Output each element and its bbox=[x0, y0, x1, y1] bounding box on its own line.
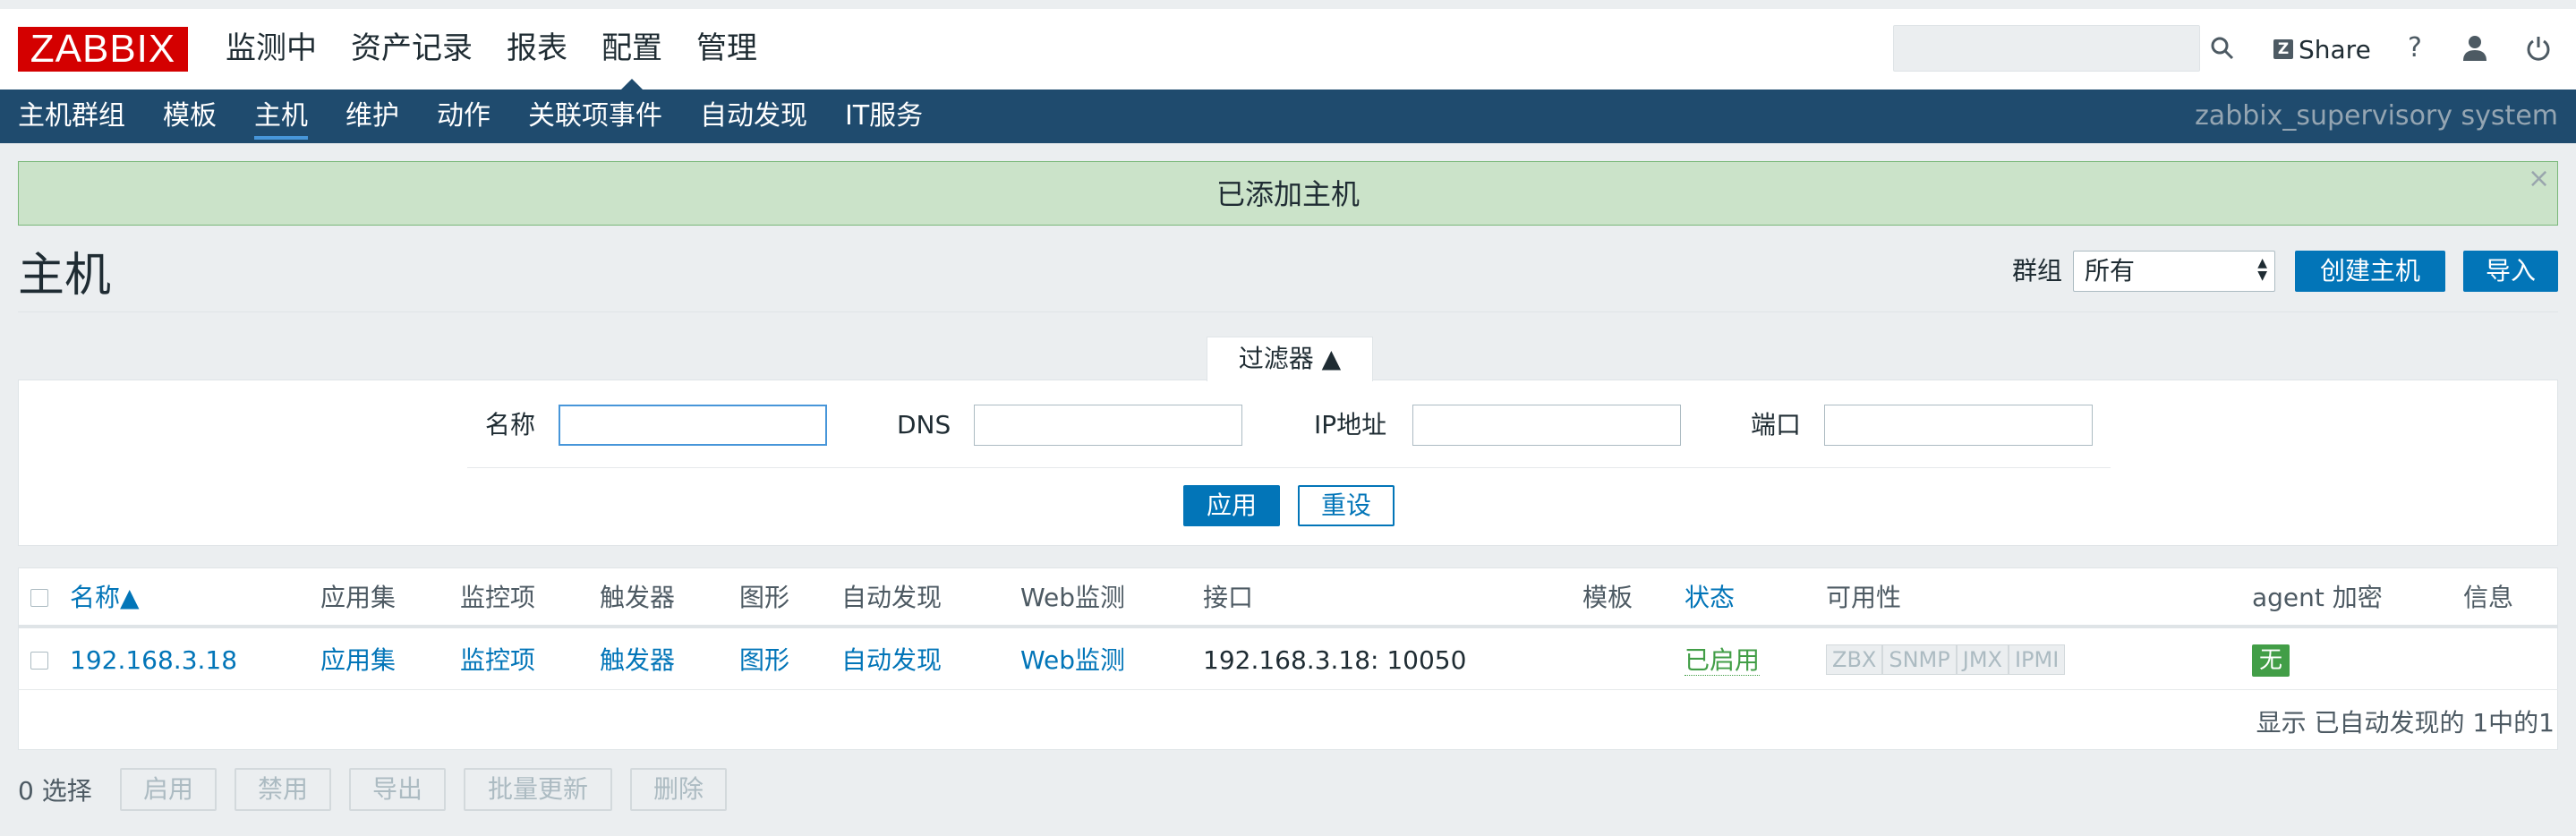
user-profile-icon[interactable] bbox=[2461, 34, 2488, 63]
sign-out-power-icon[interactable] bbox=[2524, 34, 2553, 63]
col-name[interactable]: 名称▲ bbox=[70, 578, 140, 618]
interface-value: 192.168.3.18: 10050 bbox=[1203, 645, 1467, 675]
badge-snmp: SNMP bbox=[1882, 644, 1957, 675]
table-row-border bbox=[18, 689, 2558, 690]
group-select-value: 所有 bbox=[2085, 256, 2136, 286]
host-name-link[interactable]: 192.168.3.18 bbox=[70, 641, 237, 680]
status-link[interactable]: 已启用 bbox=[1685, 641, 1761, 680]
menu-inventory[interactable]: 资产记录 bbox=[351, 23, 473, 73]
col-applications: 应用集 bbox=[320, 583, 397, 612]
discovery-link[interactable]: 自动发现 bbox=[841, 641, 942, 680]
col-encryption: agent 加密 bbox=[2252, 583, 2383, 612]
subnav-templates[interactable]: 模板 bbox=[163, 90, 217, 143]
filter-divider bbox=[467, 467, 2111, 468]
items-link[interactable]: 监控项 bbox=[460, 641, 535, 680]
badge-jmx: JMX bbox=[1956, 644, 2009, 675]
filter-name-input[interactable] bbox=[559, 405, 827, 446]
mass-update-button[interactable]: 批量更新 bbox=[464, 768, 612, 811]
graphs-link[interactable]: 图形 bbox=[739, 641, 789, 680]
col-status[interactable]: 状态 bbox=[1685, 578, 1735, 618]
availability-badges: ZBX SNMP JMX IPMI bbox=[1826, 644, 2066, 675]
share-button[interactable]: Z Share bbox=[2273, 34, 2371, 64]
subnav-actions[interactable]: 动作 bbox=[437, 90, 490, 143]
page-title: 主机 bbox=[18, 249, 112, 303]
selected-count: 0 选择 bbox=[18, 776, 92, 806]
import-button[interactable]: 导入 bbox=[2463, 251, 2558, 292]
subnav-discovery[interactable]: 自动发现 bbox=[700, 90, 807, 143]
apply-button[interactable]: 应用 bbox=[1183, 485, 1280, 526]
col-web: Web监测 bbox=[1020, 583, 1126, 612]
encryption-badge: 无 bbox=[2252, 644, 2290, 677]
badge-ipmi: IPMI bbox=[2008, 644, 2066, 675]
col-items: 监控项 bbox=[460, 583, 536, 612]
menu-administration[interactable]: 管理 bbox=[696, 23, 757, 73]
system-name: zabbix_supervisory system bbox=[2195, 100, 2558, 132]
col-graphs: 图形 bbox=[739, 583, 790, 612]
row-checkbox[interactable] bbox=[30, 652, 48, 670]
subnav-maintenance[interactable]: 维护 bbox=[345, 90, 399, 143]
subnav-hosts[interactable]: 主机 bbox=[254, 90, 308, 143]
zabbix-share-icon: Z bbox=[2273, 39, 2293, 59]
divider bbox=[18, 311, 2558, 312]
filter-ip-input[interactable] bbox=[1412, 405, 1681, 446]
sub-menu: 主机群组 模板 主机 维护 动作 关联项事件 自动发现 IT服务 bbox=[18, 90, 960, 143]
main-menu: 监测中 资产记录 报表 配置 管理 bbox=[226, 23, 791, 90]
close-icon[interactable]: × bbox=[2528, 163, 2550, 194]
filter-panel bbox=[18, 380, 2558, 546]
group-select[interactable]: 所有 ▲ ▼ bbox=[2073, 251, 2275, 292]
disable-button[interactable]: 禁用 bbox=[235, 768, 331, 811]
col-triggers: 触发器 bbox=[600, 583, 676, 612]
table-footer: 显示 已自动发现的 1中的1 bbox=[2256, 708, 2555, 738]
menu-reports[interactable]: 报表 bbox=[507, 23, 567, 73]
col-discovery: 自动发现 bbox=[841, 583, 943, 612]
filter-tab[interactable]: 过滤器 ▲ bbox=[1207, 337, 1373, 381]
delete-button[interactable]: 删除 bbox=[630, 768, 727, 811]
status-text: 已启用 bbox=[1685, 645, 1761, 676]
table-header-border bbox=[18, 625, 2558, 628]
col-interface: 接口 bbox=[1203, 583, 1254, 612]
enable-button[interactable]: 启用 bbox=[120, 768, 217, 811]
share-label: Share bbox=[2299, 34, 2371, 64]
col-availability: 可用性 bbox=[1826, 583, 1902, 612]
filter-dns-input[interactable] bbox=[974, 405, 1242, 446]
applications-link[interactable]: 应用集 bbox=[320, 641, 396, 680]
filter-port-label: 端口 bbox=[1751, 410, 1802, 439]
group-label: 群组 bbox=[2012, 256, 2063, 286]
triggers-link[interactable]: 触发器 bbox=[600, 641, 675, 680]
web-link[interactable]: Web监测 bbox=[1020, 641, 1125, 680]
subnav-host-groups[interactable]: 主机群组 bbox=[18, 90, 125, 143]
zabbix-logo[interactable]: ZABBIX bbox=[18, 27, 188, 72]
help-icon[interactable]: ? bbox=[2408, 32, 2422, 64]
menu-monitoring[interactable]: 监测中 bbox=[226, 23, 317, 73]
col-info: 信息 bbox=[2463, 583, 2514, 612]
subnav-it-services[interactable]: IT服务 bbox=[845, 90, 923, 143]
search-icon[interactable] bbox=[2206, 32, 2239, 64]
export-button[interactable]: 导出 bbox=[349, 768, 446, 811]
filter-ip-label: IP地址 bbox=[1314, 410, 1387, 439]
select-all-checkbox[interactable] bbox=[30, 589, 48, 607]
subnav-correlation[interactable]: 关联项事件 bbox=[528, 90, 662, 143]
menu-configuration[interactable]: 配置 bbox=[601, 23, 662, 90]
col-templates: 模板 bbox=[1582, 583, 1633, 612]
filter-dns-label: DNS bbox=[897, 410, 951, 439]
filter-port-input[interactable] bbox=[1824, 405, 2093, 446]
badge-zbx: ZBX bbox=[1826, 644, 1883, 675]
success-message: 已添加主机 bbox=[18, 161, 2558, 226]
filter-name-label: 名称 bbox=[485, 410, 536, 439]
create-host-button[interactable]: 创建主机 bbox=[2295, 251, 2445, 292]
select-arrows-icon: ▲ ▼ bbox=[2257, 256, 2267, 283]
reset-button[interactable]: 重设 bbox=[1298, 485, 1395, 526]
search-input[interactable] bbox=[1893, 25, 2200, 72]
